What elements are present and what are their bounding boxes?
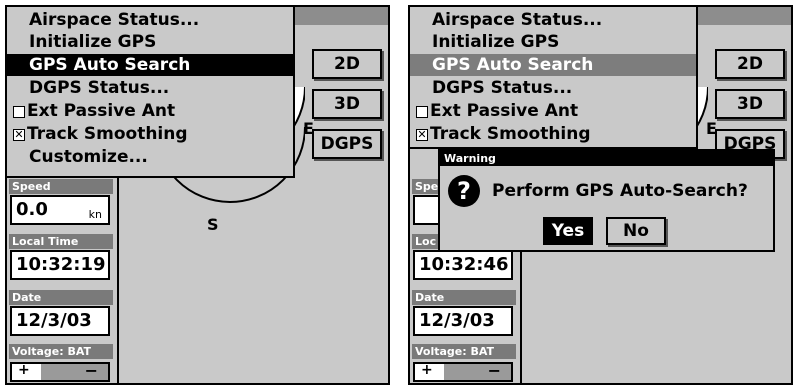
menu-item-ext-passive-ant[interactable]: Ext Passive Ant <box>7 100 293 122</box>
compass-south-label: S <box>207 215 219 234</box>
track-smoothing-checkbox[interactable]: ✕ <box>13 129 25 141</box>
battery-gauge: + − <box>10 361 110 382</box>
battery-minus: − <box>84 361 98 380</box>
local-time-value: 10:32:19 <box>16 254 106 275</box>
speed-value: 0.0 <box>16 199 48 220</box>
local-time-field: 10:32:46 <box>413 250 513 280</box>
local-time-field: 10:32:19 <box>10 250 110 280</box>
yes-button[interactable]: Yes <box>543 217 593 245</box>
date-value: 12/3/03 <box>419 310 495 331</box>
menu-item-track-smoothing[interactable]: ✕ Track Smoothing <box>7 123 293 145</box>
ext-passive-ant-checkbox[interactable] <box>13 106 25 118</box>
dialog-title: Warning <box>440 151 773 166</box>
local-time-label: Local Time <box>9 234 113 249</box>
date-label: Date <box>9 290 113 305</box>
local-time-value: 10:32:46 <box>419 254 509 275</box>
battery-plus: + <box>421 362 433 378</box>
menu-item-initialize-gps[interactable]: Initialize GPS <box>410 31 696 53</box>
date-label: Date <box>412 290 516 305</box>
ext-passive-ant-checkbox[interactable] <box>416 106 428 118</box>
menu-item-airspace-status[interactable]: Airspace Status... <box>410 9 696 31</box>
gps-options-menu: Airspace Status... Initialize GPS GPS Au… <box>7 7 295 178</box>
ext-passive-ant-label: Ext Passive Ant <box>27 101 176 121</box>
battery-minus: − <box>487 361 501 380</box>
mode-3d-button[interactable]: 3D <box>715 89 785 119</box>
speed-field: 0.0 kn <box>10 195 110 225</box>
menu-item-gps-auto-search[interactable]: GPS Auto Search <box>410 54 696 76</box>
mode-dgps-button[interactable]: DGPS <box>312 129 382 159</box>
question-icon: ? <box>448 175 480 207</box>
date-value: 12/3/03 <box>16 310 92 331</box>
battery-plus: + <box>18 362 30 378</box>
track-smoothing-checkbox[interactable]: ✕ <box>416 129 428 141</box>
track-smoothing-label: Track Smoothing <box>430 124 591 144</box>
menu-item-dgps-status[interactable]: DGPS Status... <box>7 77 293 99</box>
no-button[interactable]: No <box>606 217 666 245</box>
menu-item-track-smoothing[interactable]: ✕ Track Smoothing <box>410 123 696 145</box>
gps-screen-left: E S 2D 3D DGPS Speed 0.0 kn Local Time 1… <box>5 5 390 385</box>
date-field: 12/3/03 <box>10 306 110 336</box>
date-field: 12/3/03 <box>413 306 513 336</box>
menu-item-dgps-status[interactable]: DGPS Status... <box>410 77 696 99</box>
battery-gauge: + − <box>413 361 513 382</box>
voltage-label: Voltage: BAT <box>9 344 113 359</box>
menu-item-airspace-status[interactable]: Airspace Status... <box>7 9 293 31</box>
warning-dialog: Warning ? Perform GPS Auto-Search? Yes N… <box>438 149 775 252</box>
dialog-message: Perform GPS Auto-Search? <box>492 181 748 201</box>
track-smoothing-label: Track Smoothing <box>27 124 188 144</box>
mode-2d-button[interactable]: 2D <box>715 49 785 79</box>
mode-3d-button[interactable]: 3D <box>312 89 382 119</box>
speed-label: Speed <box>9 179 113 194</box>
menu-item-ext-passive-ant[interactable]: Ext Passive Ant <box>410 100 696 122</box>
gps-screen-right: E 2D 3D DGPS Spe Loc 10:32:46 Date 12/3/… <box>408 5 793 385</box>
voltage-label: Voltage: BAT <box>412 344 516 359</box>
menu-item-initialize-gps[interactable]: Initialize GPS <box>7 31 293 53</box>
menu-item-gps-auto-search[interactable]: GPS Auto Search <box>7 54 293 76</box>
speed-unit: kn <box>88 208 102 221</box>
ext-passive-ant-label: Ext Passive Ant <box>430 101 579 121</box>
mode-2d-button[interactable]: 2D <box>312 49 382 79</box>
gps-options-menu: Airspace Status... Initialize GPS GPS Au… <box>410 7 698 149</box>
menu-item-customize[interactable]: Customize... <box>7 146 293 168</box>
